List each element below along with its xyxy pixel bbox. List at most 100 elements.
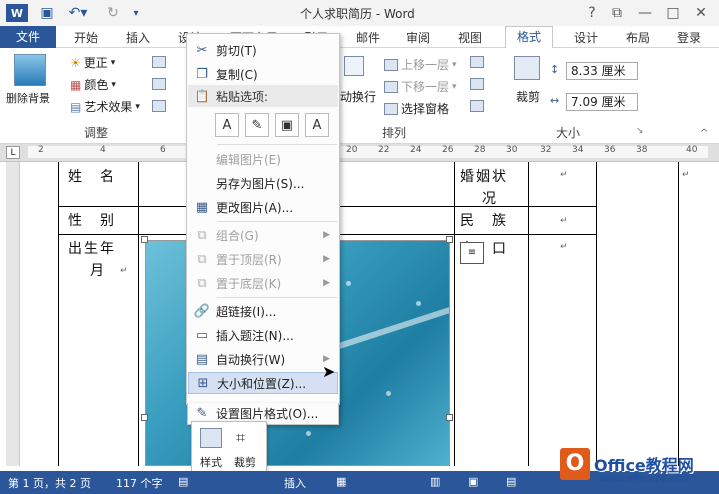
bring-forward-button[interactable]: 上移一层	[401, 56, 449, 73]
corrections-button[interactable]: 更正	[84, 54, 108, 71]
tab-insert[interactable]: 插入	[126, 29, 150, 46]
tab-home[interactable]: 开始	[74, 29, 98, 46]
label-birth-line2: 月	[90, 263, 106, 279]
picture-style-icon[interactable]	[200, 428, 222, 448]
ruler-tick: 34	[572, 145, 584, 155]
tab-review[interactable]: 审阅	[406, 29, 430, 46]
mini-crop-icon[interactable]: ⌗	[236, 428, 245, 448]
maximize-icon[interactable]: □	[664, 4, 682, 22]
crop-button[interactable]: 裁剪	[516, 88, 540, 105]
paste-options-header: 📋 粘贴选项:	[188, 85, 338, 107]
clipboard-icon: 📋	[194, 89, 210, 103]
align-icon[interactable]	[470, 56, 484, 68]
reset-picture-icon[interactable]	[152, 100, 166, 112]
menu-item-insert-caption[interactable]: ▭ 插入题注(N)...	[188, 324, 338, 346]
remove-background-icon[interactable]	[14, 54, 46, 86]
group-arrange-label: 排列	[382, 126, 407, 140]
minimize-icon[interactable]: —	[636, 4, 654, 22]
compress-pictures-icon[interactable]	[152, 56, 166, 68]
menu-item-edit-picture: 编辑图片(E)	[216, 152, 281, 167]
format-picture-icon: ✎	[196, 406, 208, 421]
label-ethnic: 民 族	[460, 213, 508, 229]
resize-handle[interactable]	[446, 236, 453, 243]
scissors-icon: ✂	[196, 42, 208, 58]
rotate-icon[interactable]	[470, 100, 484, 112]
ruler-tick: 20	[346, 145, 358, 155]
undo-icon[interactable]: ↶▾	[66, 4, 90, 22]
ribbon-tabs: 文件 开始 插入 设计 页面布局 引用 邮件 审阅 视图 格式 设计 布局 登录	[0, 26, 719, 49]
tab-mailings[interactable]: 邮件	[356, 29, 380, 46]
mini-crop-button[interactable]: 裁剪	[234, 454, 256, 470]
menu-item-hyperlink[interactable]: 🔗 超链接(I)...	[188, 300, 338, 322]
ruler-tick: 22	[378, 145, 390, 155]
wrap-text-icon[interactable]	[344, 56, 364, 76]
paste-text-only-icon[interactable]: A	[305, 113, 329, 137]
group-objects-icon[interactable]	[470, 78, 484, 90]
send-backward-icon	[384, 80, 398, 93]
help-icon[interactable]: ?	[584, 4, 600, 22]
menu-item-save-as-picture[interactable]: 另存为图片(S)...	[188, 172, 338, 194]
size-dialog-launcher-icon[interactable]: ↘	[636, 126, 644, 136]
resize-handle[interactable]	[141, 236, 148, 243]
macro-icon[interactable]: ▦	[336, 475, 346, 488]
selection-pane-icon	[384, 102, 398, 115]
read-mode-icon[interactable]: ▥	[430, 475, 440, 488]
copy-icon: ❐	[196, 66, 208, 82]
paste-merge-format-icon[interactable]: ✎	[245, 113, 269, 137]
layout-options-icon[interactable]: ≡	[460, 242, 484, 264]
resize-handle[interactable]	[446, 414, 453, 421]
remove-background-button[interactable]: 删除背景	[6, 90, 50, 106]
height-input[interactable]: 8.33 厘米	[566, 62, 638, 80]
ruler-tick: 32	[540, 145, 552, 155]
color-button[interactable]: 颜色	[84, 76, 108, 93]
word-count[interactable]: 117 个字	[116, 475, 163, 491]
web-layout-icon[interactable]: ▤	[506, 475, 516, 488]
menu-item-size-position[interactable]: ⊞ 大小和位置(Z)...	[188, 372, 338, 394]
send-backward-button[interactable]: 下移一层	[401, 78, 449, 95]
proofing-icon[interactable]: ▤	[178, 475, 188, 488]
insert-mode[interactable]: 插入	[284, 475, 306, 491]
customize-qat-icon[interactable]: ▾	[130, 4, 142, 22]
tab-table-layout[interactable]: 布局	[626, 29, 650, 46]
wrap-text-button[interactable]: 动换行	[340, 88, 376, 105]
tab-format[interactable]: 格式	[505, 26, 553, 49]
save-icon[interactable]: ▣	[38, 4, 56, 22]
ribbon: 删除背景 ☀ 更正 ▾ ▦ 颜色 ▾ ▤ 艺术效果 ▾ 调整 动换行 上移一层 ▾ 下移一层 ▾…	[0, 48, 719, 144]
change-picture-icon[interactable]	[152, 78, 166, 90]
tab-view[interactable]: 视图	[458, 29, 482, 46]
mini-style-button[interactable]: 样式	[200, 454, 222, 470]
ruler-tick: 6	[160, 145, 166, 155]
menu-item-wrap-text[interactable]: ▤ 自动换行(W) ▶	[188, 348, 338, 370]
word-app-icon[interactable]: W	[6, 4, 28, 22]
tab-table-design[interactable]: 设计	[574, 29, 598, 46]
paste-keep-source-icon[interactable]: A	[215, 113, 239, 137]
ruler-tick: 4	[100, 145, 106, 155]
menu-item-copy[interactable]: ❐ 复制(C)	[188, 63, 338, 85]
print-layout-icon[interactable]: ▣	[468, 475, 478, 488]
width-icon: ↔	[550, 94, 560, 107]
paste-picture-icon[interactable]: ▣	[275, 113, 299, 137]
ribbon-display-icon[interactable]: ⧉	[608, 4, 626, 22]
vertical-ruler[interactable]	[6, 162, 20, 466]
artistic-effects-button[interactable]: 艺术效果	[84, 98, 132, 115]
horizontal-ruler[interactable]: L 2 4 6 20 22 24 26 28 30 32 34 36 38 40	[0, 144, 719, 162]
crop-icon[interactable]	[514, 56, 540, 80]
collapse-ribbon-icon[interactable]: ^	[700, 128, 708, 139]
width-input[interactable]: 7.09 厘米	[566, 93, 638, 111]
redo-icon[interactable]: ↻	[104, 4, 122, 22]
menu-item-group: ⧉ 组合(G) ▶	[188, 224, 338, 246]
selection-pane-button[interactable]: 选择窗格	[401, 100, 449, 117]
menu-item-cut[interactable]: ✂ 剪切(T)	[188, 39, 338, 61]
watermark: O Office教程网 www.office26.com	[560, 444, 719, 494]
close-icon[interactable]: ✕	[692, 4, 710, 22]
color-icon: ▦	[70, 77, 82, 92]
signin-link[interactable]: 登录	[677, 29, 701, 46]
tab-file[interactable]: 文件	[0, 26, 56, 48]
tab-selector-icon[interactable]: L	[6, 146, 20, 159]
page-count[interactable]: 第 1 页，共 2 页	[8, 475, 91, 491]
ruler-tick: 40	[686, 145, 698, 155]
ruler-tick: 26	[442, 145, 454, 155]
resize-handle[interactable]	[141, 414, 148, 421]
watermark-url: www.office26.com	[600, 474, 692, 485]
menu-item-change-picture[interactable]: ▦ 更改图片(A)...	[188, 196, 338, 218]
